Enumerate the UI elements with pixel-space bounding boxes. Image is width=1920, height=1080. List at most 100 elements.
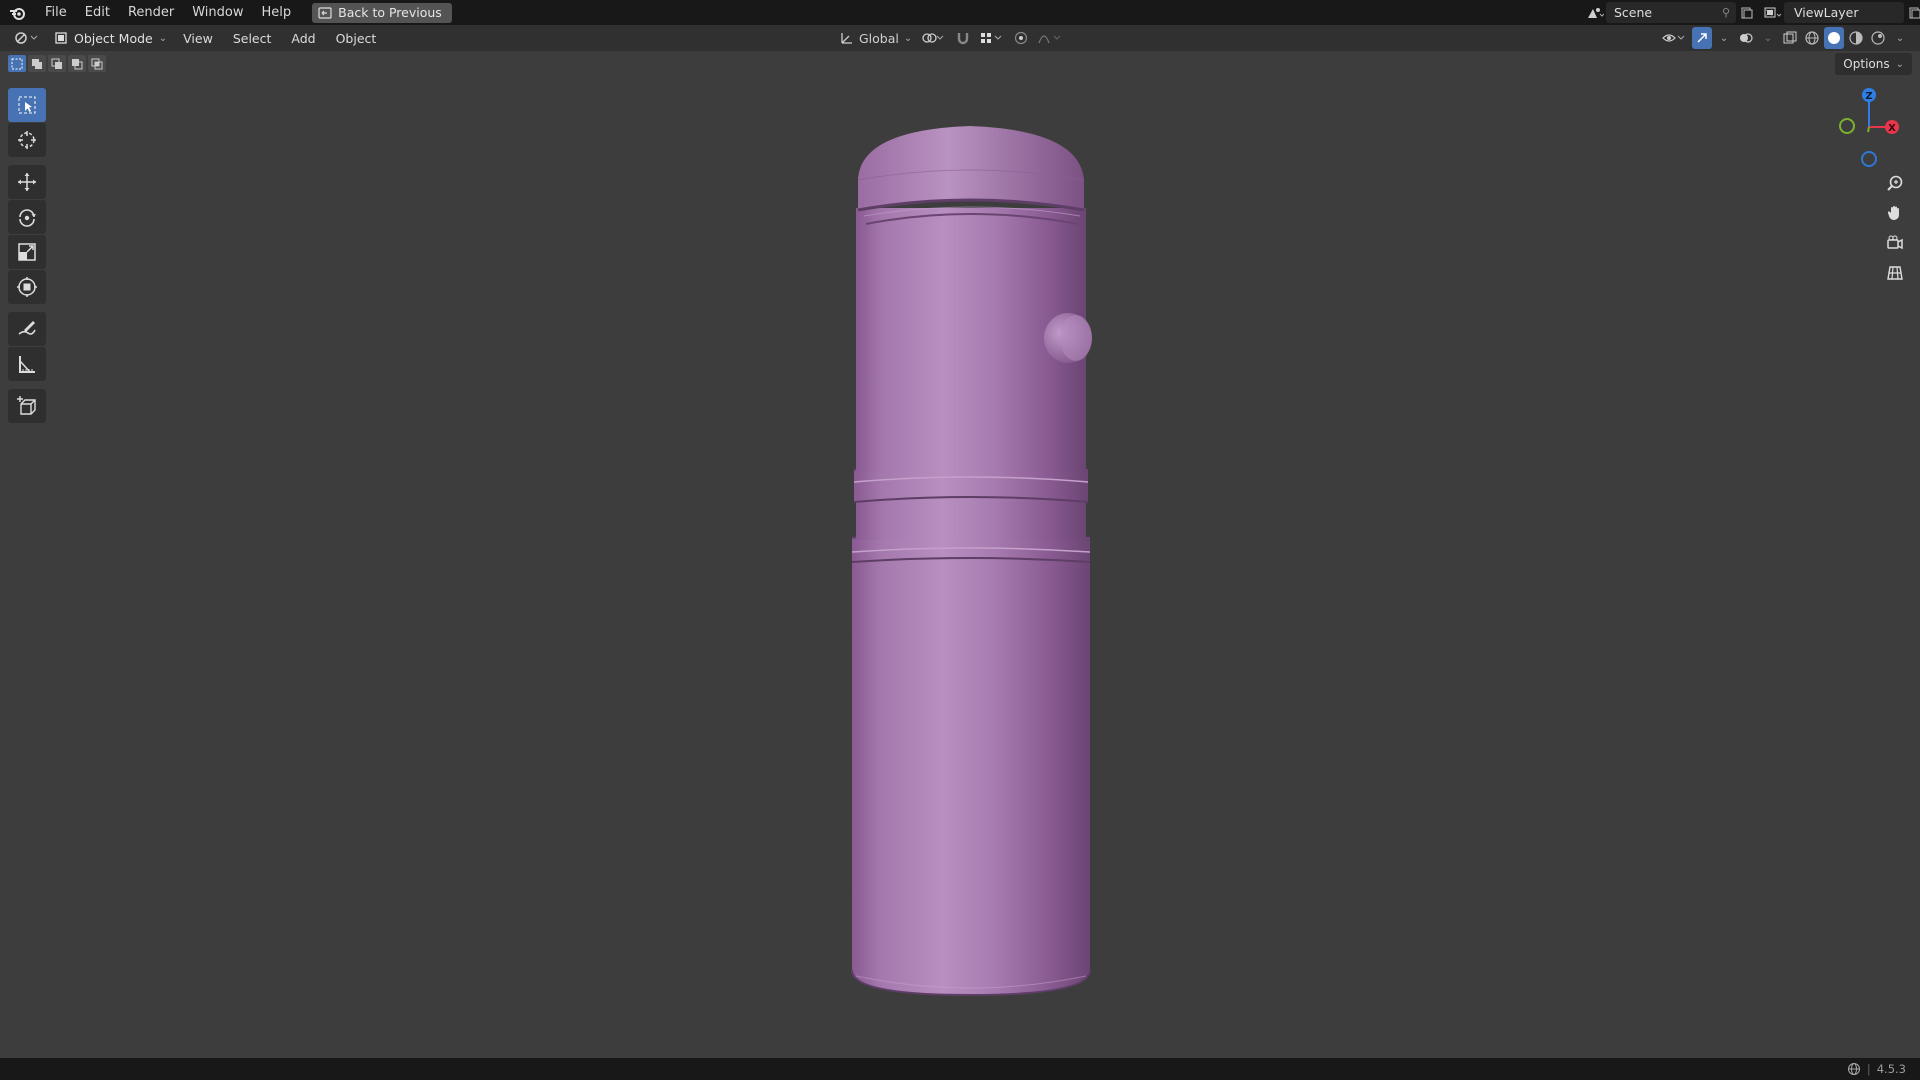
menu-select[interactable]: Select <box>223 31 282 46</box>
gizmo-neg-z-axis[interactable] <box>1861 151 1877 167</box>
menu-file[interactable]: File <box>36 0 76 25</box>
move-tool[interactable] <box>8 165 46 199</box>
rendered-shading-button[interactable] <box>1868 27 1888 49</box>
pan-button[interactable] <box>1880 198 1910 228</box>
gizmo-toggle[interactable] <box>1692 27 1712 49</box>
proportional-edit-icon <box>1015 31 1028 45</box>
select-extend-icon <box>32 58 42 69</box>
hand-icon <box>1887 206 1899 221</box>
back-icon <box>318 6 332 19</box>
transform-icon <box>17 277 37 297</box>
viewport-header: Object Mode ⌄ View Select Add Object Glo… <box>0 25 1920 51</box>
menu-object[interactable]: Object <box>326 31 387 46</box>
gizmo-icon <box>1697 33 1707 43</box>
scene-selector: Scene ⚲ ✕ <box>1584 2 1780 23</box>
select-new-mode[interactable] <box>8 55 26 72</box>
cursor-icon <box>18 131 36 149</box>
cursor-tool[interactable] <box>8 123 46 157</box>
move-icon <box>18 173 36 191</box>
menu-render[interactable]: Render <box>119 0 183 25</box>
grid-perspective-icon <box>1887 266 1903 280</box>
new-view-layer-icon[interactable] <box>1904 2 1920 23</box>
pivot-point-dropdown[interactable] <box>918 27 950 49</box>
scene-icon[interactable] <box>1584 2 1606 23</box>
eye-icon <box>1662 34 1685 42</box>
pivot-icon <box>922 33 944 43</box>
shading-dropdown[interactable]: ⌄ <box>1890 27 1910 49</box>
transform-tool[interactable] <box>8 270 46 304</box>
rendered-sphere-icon <box>1871 31 1885 45</box>
add-cube-icon <box>17 396 36 415</box>
camera-view-button[interactable] <box>1880 228 1910 258</box>
add-cube-tool[interactable] <box>8 389 46 423</box>
select-subtract-mode[interactable] <box>48 55 66 72</box>
perspective-toggle-button[interactable] <box>1880 258 1910 288</box>
network-globe-icon[interactable] <box>1847 1062 1861 1076</box>
material-preview-button[interactable] <box>1846 27 1866 49</box>
transform-orientation-icon <box>841 33 852 44</box>
orientation-dropdown[interactable]: Global ⌄ <box>836 27 916 49</box>
cylinder-object[interactable] <box>840 120 1100 1005</box>
solid-shading-button[interactable] <box>1824 27 1844 49</box>
pin-icon[interactable]: ⚲ <box>1722 6 1730 19</box>
menu-view[interactable]: View <box>173 31 223 46</box>
chevron-down-icon: ⌄ <box>158 32 168 44</box>
solid-sphere-icon <box>1828 32 1840 44</box>
new-scene-icon[interactable] <box>1736 2 1758 23</box>
scale-tool[interactable] <box>8 235 46 269</box>
view-layer-icon[interactable] <box>1762 2 1784 23</box>
view-layer-selector: ViewLayer <box>1762 2 1920 23</box>
mode-dropdown[interactable]: Object Mode ⌄ <box>48 27 173 49</box>
rotate-icon <box>19 209 36 227</box>
measure-ruler-icon <box>19 356 35 373</box>
view-layer-name-field[interactable]: ViewLayer <box>1784 2 1904 23</box>
status-separator: | <box>1866 1062 1871 1076</box>
measure-tool[interactable] <box>8 347 46 381</box>
overlays-toggle[interactable] <box>1736 27 1756 49</box>
select-box-icon <box>18 96 36 114</box>
select-extend-mode[interactable] <box>28 55 46 72</box>
annotate-tool[interactable] <box>8 312 46 346</box>
proportional-edit-toggle[interactable] <box>1010 27 1032 49</box>
falloff-dropdown[interactable] <box>1034 27 1068 49</box>
select-invert-mode[interactable] <box>68 55 86 72</box>
falloff-curve-icon <box>1038 35 1061 44</box>
chevron-down-icon: ⌄ <box>1719 32 1729 44</box>
editor-type-dropdown[interactable] <box>6 27 48 49</box>
xray-toggle[interactable] <box>1780 27 1800 49</box>
options-dropdown[interactable]: Options ⌄ <box>1835 53 1912 75</box>
back-to-previous-button[interactable]: Back to Previous <box>312 2 452 23</box>
select-box-tool[interactable] <box>8 88 46 122</box>
select-intersect-icon <box>91 58 103 69</box>
chevron-down-icon: ⌄ <box>1895 32 1905 44</box>
snap-target-dropdown[interactable] <box>976 27 1008 49</box>
menu-help[interactable]: Help <box>253 0 301 25</box>
gizmo-dropdown[interactable]: ⌄ <box>1714 27 1734 49</box>
rotate-tool[interactable] <box>8 200 46 234</box>
select-invert-icon <box>72 58 83 69</box>
snap-toggle[interactable] <box>952 27 974 49</box>
navigation-gizmo[interactable]: Z X <box>1830 82 1910 172</box>
snap-grid-icon <box>981 33 1002 43</box>
tool-shelf <box>8 88 48 424</box>
blender-logo-icon[interactable] <box>0 0 36 25</box>
navigation-buttons <box>1880 168 1912 288</box>
material-sphere-icon <box>1849 31 1863 45</box>
scene-name-field[interactable]: Scene ⚲ <box>1606 2 1736 23</box>
select-intersect-mode[interactable] <box>88 55 106 72</box>
menu-window[interactable]: Window <box>183 0 252 25</box>
zoom-magnifier-icon <box>1887 175 1903 191</box>
visibility-dropdown[interactable] <box>1660 27 1690 49</box>
gizmo-y-axis[interactable] <box>1839 118 1855 134</box>
wireframe-shading-button[interactable] <box>1802 27 1822 49</box>
menu-add[interactable]: Add <box>281 31 325 46</box>
overlays-dropdown[interactable]: ⌄ <box>1758 27 1778 49</box>
object-mode-icon <box>55 32 67 44</box>
magnet-icon <box>958 33 969 45</box>
viewport-display-tools: ⌄ ⌄ ⌄ <box>1660 27 1910 49</box>
zoom-button[interactable] <box>1880 168 1910 198</box>
top-bar: File Edit Render Window Help Back to Pre… <box>0 0 1920 25</box>
menu-edit[interactable]: Edit <box>76 0 119 25</box>
3d-viewport-icon <box>15 32 38 44</box>
version-label: 4.5.3 <box>1876 1062 1906 1076</box>
